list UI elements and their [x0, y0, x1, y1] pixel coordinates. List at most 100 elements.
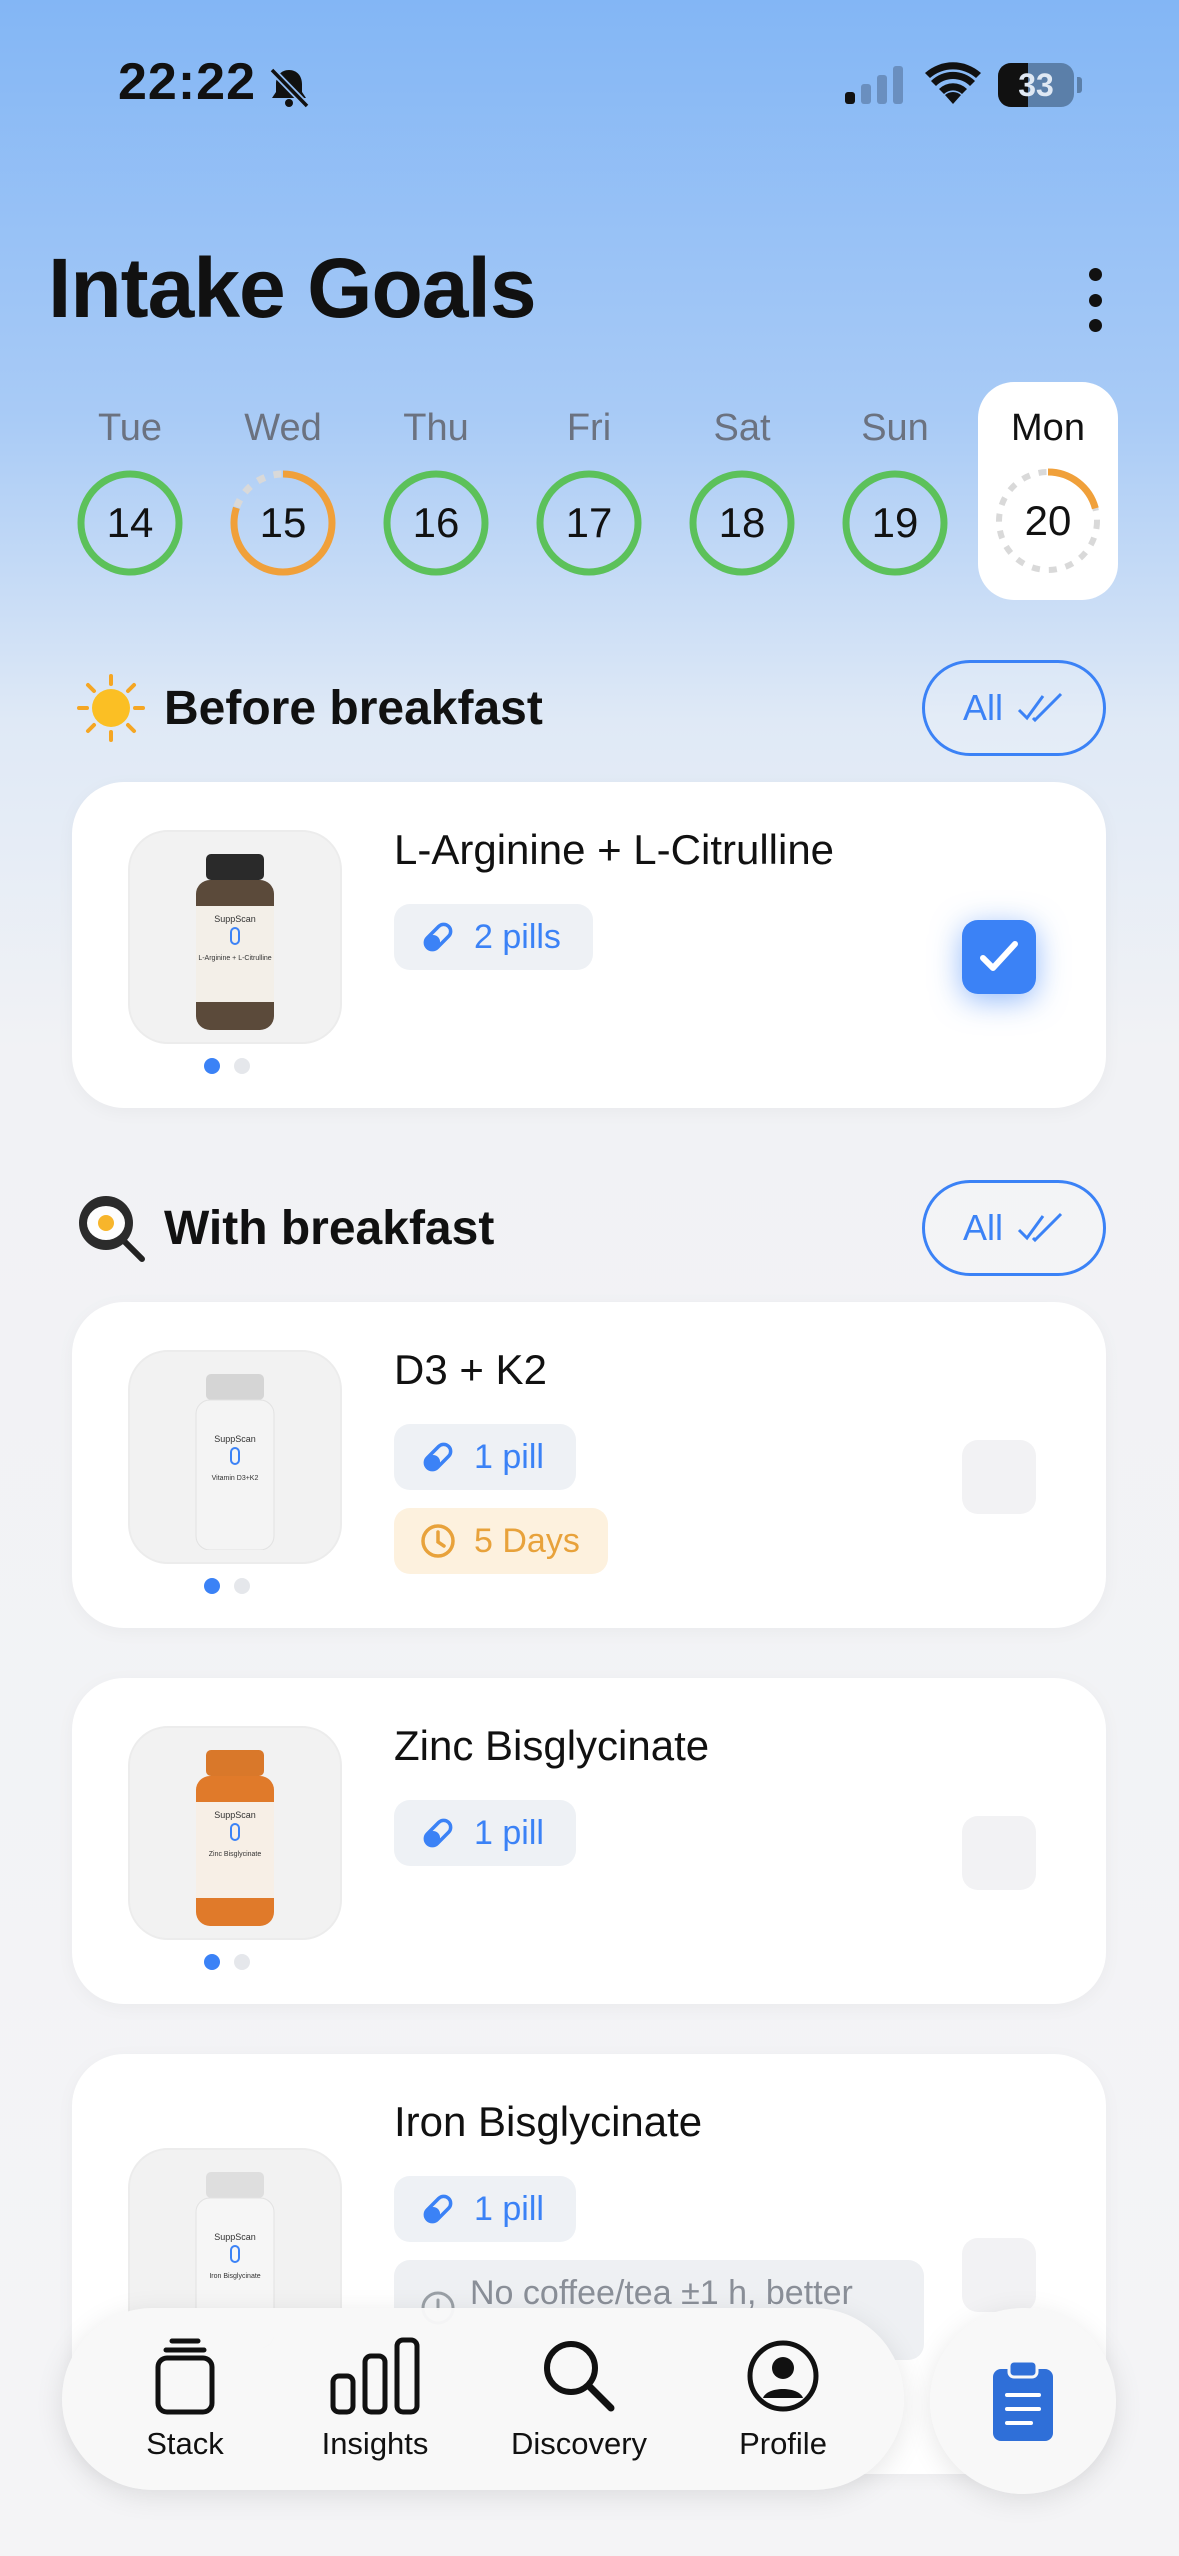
cellular-signal-icon — [845, 66, 903, 104]
day-sun[interactable]: Sun 19 — [825, 380, 965, 578]
battery-indicator: 33 — [998, 63, 1082, 107]
bottom-background — [0, 2490, 1179, 2556]
wifi-icon — [925, 62, 981, 104]
day-name: Sat — [713, 407, 771, 449]
dose-label: 1 pill — [474, 1813, 544, 1852]
frying-pan-egg-icon — [79, 1196, 145, 1262]
image-pager-dots — [204, 1954, 250, 1970]
day-progress-ring: 17 — [534, 468, 644, 578]
day-number: 20 — [1024, 497, 1072, 544]
day-name: Fri — [566, 407, 612, 449]
tab-stack[interactable]: Stack — [100, 2336, 270, 2462]
day-progress-ring: 18 — [687, 468, 797, 578]
dose-tag: 1 pill — [394, 1800, 576, 1866]
bottle-brand: SuppScan — [214, 914, 256, 924]
profile-icon — [747, 2340, 819, 2412]
pill-icon — [423, 1818, 453, 1848]
supplement-card-l-arginine[interactable]: SuppScan L-Arginine + L-Citrulline L-Arg… — [72, 782, 1106, 1108]
supplement-card-zinc[interactable]: SuppScan Zinc Bisglycinate Zinc Bisglyci… — [72, 1678, 1106, 2004]
day-number: 14 — [106, 499, 154, 546]
duration-tag: 5 Days — [394, 1508, 608, 1574]
bottle-brand: SuppScan — [214, 1810, 256, 1820]
bottle-label: Iron Bisglycinate — [209, 2273, 260, 2280]
section-header-before-breakfast: Before breakfast — [76, 663, 543, 753]
bell-muted-icon — [269, 67, 310, 109]
bottom-tab-bar: Stack Insights Discovery Profile — [62, 2308, 904, 2490]
clipboard-icon — [993, 2359, 1053, 2441]
day-progress-ring: 15 — [228, 468, 338, 578]
tab-label: Discovery — [510, 2426, 648, 2461]
bottle-brand: SuppScan — [214, 1434, 256, 1444]
usage-note: No coffee/tea ±1 h, better — [470, 2274, 853, 2312]
bottle-image: SuppScan Zinc Bisglycinate — [196, 1750, 274, 1926]
day-mon-selected[interactable]: Mon 20 — [978, 382, 1118, 600]
supplement-image[interactable]: SuppScan L-Arginine + L-Citrulline — [128, 830, 342, 1044]
checkmark-icon — [980, 941, 1018, 971]
pill-icon — [423, 922, 453, 952]
day-number: 17 — [565, 499, 613, 546]
stack-icon — [155, 2338, 215, 2415]
bottle-label: L-Arginine + L-Citrulline — [198, 955, 271, 962]
bottle-label: Zinc Bisglycinate — [209, 1851, 262, 1858]
bar-chart-icon — [330, 2337, 420, 2415]
day-progress-ring: 19 — [840, 468, 950, 578]
day-thu[interactable]: Thu 16 — [366, 380, 506, 578]
taken-checkbox[interactable] — [962, 1816, 1036, 1890]
duration-label: 5 Days — [474, 1521, 580, 1560]
mark-all-before-breakfast-button[interactable]: All — [922, 660, 1106, 756]
search-icon — [544, 2341, 615, 2412]
day-fri[interactable]: Fri 17 — [519, 380, 659, 578]
battery-level: 33 — [1018, 67, 1054, 103]
bottle-brand: SuppScan — [214, 2232, 256, 2242]
mark-all-with-breakfast-button[interactable]: All — [922, 1180, 1106, 1276]
day-progress-ring: 14 — [75, 468, 185, 578]
sun-icon — [77, 674, 145, 742]
taken-checkbox[interactable] — [962, 920, 1036, 994]
day-name: Wed — [244, 407, 322, 449]
tab-label: Stack — [146, 2426, 224, 2461]
day-tue[interactable]: Tue 14 — [60, 380, 200, 578]
section-label: With breakfast — [164, 1201, 495, 1255]
supplement-image[interactable]: SuppScan Zinc Bisglycinate — [128, 1726, 342, 1940]
double-check-icon — [1017, 1212, 1063, 1243]
day-progress-ring: 16 — [381, 468, 491, 578]
taken-checkbox[interactable] — [962, 2238, 1036, 2312]
tab-insights[interactable]: Insights — [290, 2336, 460, 2462]
dose-label: 1 pill — [474, 1437, 544, 1476]
day-name: Sun — [861, 407, 929, 449]
supplement-card-d3-k2[interactable]: SuppScan Vitamin D3+K2 D3 + K2 1 pill 5 … — [72, 1302, 1106, 1628]
image-pager-dots — [204, 1058, 250, 1074]
intake-log-button[interactable] — [930, 2308, 1116, 2494]
status-time: 22:22 — [118, 53, 256, 111]
supplement-image[interactable]: SuppScan Vitamin D3+K2 — [128, 1350, 342, 1564]
day-number: 16 — [412, 499, 460, 546]
dose-tag: 1 pill — [394, 2176, 576, 2242]
tab-profile[interactable]: Profile — [698, 2336, 868, 2462]
pill-icon — [423, 1442, 453, 1472]
day-progress-ring: 20 — [993, 466, 1103, 576]
page-title: Intake Goals — [48, 241, 537, 335]
tab-label: Insights — [321, 2426, 429, 2461]
day-wed[interactable]: Wed 15 — [213, 380, 353, 578]
dose-tag: 2 pills — [394, 904, 593, 970]
day-sat[interactable]: Sat 18 — [672, 380, 812, 578]
all-label: All — [962, 687, 1003, 728]
dose-label: 2 pills — [474, 917, 561, 956]
double-check-icon — [1017, 692, 1063, 723]
tab-discovery[interactable]: Discovery — [494, 2336, 664, 2462]
section-header-with-breakfast: With breakfast — [76, 1183, 494, 1273]
dose-tag: 1 pill — [394, 1424, 576, 1490]
supplement-name: Zinc Bisglycinate — [394, 1722, 710, 1769]
bottle-image: SuppScan Vitamin D3+K2 — [195, 1374, 275, 1550]
pill-icon — [423, 2194, 453, 2224]
supplement-name: L-Arginine + L-Citrulline — [394, 826, 835, 873]
day-name: Mon — [1011, 407, 1085, 449]
dose-label: 1 pill — [474, 2189, 544, 2228]
section-label: Before breakfast — [164, 681, 543, 735]
supplement-name: Iron Bisglycinate — [394, 2098, 703, 2145]
all-label: All — [962, 1207, 1003, 1248]
day-number: 19 — [871, 499, 919, 546]
day-number: 15 — [259, 499, 307, 546]
taken-checkbox[interactable] — [962, 1440, 1036, 1514]
more-options-button[interactable] — [1080, 268, 1110, 332]
